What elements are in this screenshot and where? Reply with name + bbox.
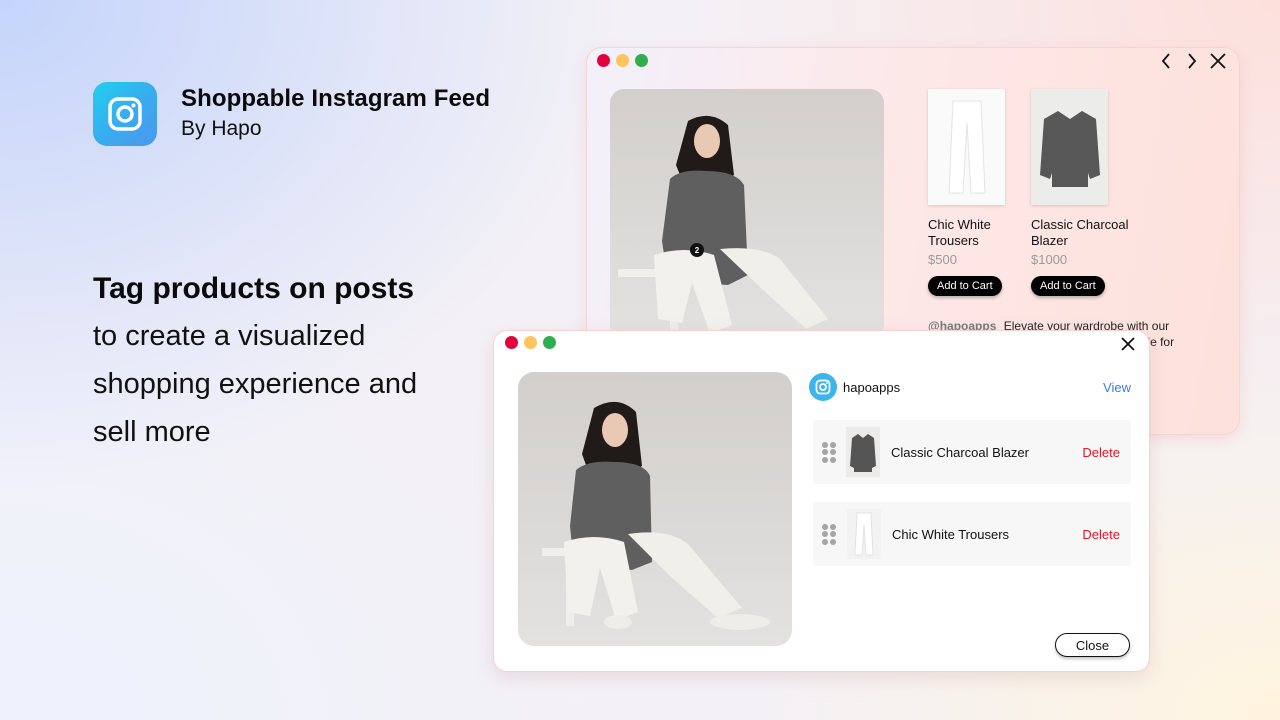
- product-name: Classic Charcoal Blazer: [1031, 217, 1129, 248]
- app-title: Shoppable Instagram Feed: [181, 85, 491, 112]
- product-name: Classic Charcoal Blazer: [891, 444, 1029, 460]
- product-card[interactable]: Classic Charcoal Blazer $1000 Add to Car…: [1031, 89, 1141, 296]
- window-minimize-dot[interactable]: [616, 54, 629, 67]
- add-to-cart-button[interactable]: Add to Cart: [928, 276, 1002, 296]
- product-thumbnail[interactable]: [928, 89, 1005, 205]
- product-name: Chic White Trousers: [928, 217, 991, 248]
- instagram-icon: [93, 82, 157, 146]
- tagline: Tag products on posts to create a visual…: [93, 266, 473, 456]
- chevron-left-icon[interactable]: [1157, 52, 1175, 70]
- tag-products-window: hapoapps View Classic Charcoal Blazer De…: [493, 330, 1150, 672]
- drag-handle-icon[interactable]: [822, 441, 836, 463]
- drag-handle-icon[interactable]: [822, 523, 836, 545]
- product-thumbnail: [847, 509, 881, 559]
- delete-button[interactable]: Delete: [1082, 527, 1120, 542]
- close-icon[interactable]: [1119, 335, 1137, 353]
- account-row: hapoapps View: [809, 372, 1131, 402]
- product-tag-marker[interactable]: 2: [690, 243, 704, 257]
- tagline-line: sell more: [93, 416, 211, 448]
- tagline-line: to create a visualized: [93, 320, 366, 352]
- product-price: $1000: [1031, 252, 1068, 267]
- instagram-icon: [809, 373, 837, 401]
- tagline-line: shopping experience and: [93, 368, 418, 400]
- product-thumbnail: [846, 427, 880, 477]
- close-icon[interactable]: [1209, 52, 1227, 70]
- window-controls: [597, 54, 648, 67]
- product-price: $500: [928, 252, 957, 267]
- window-close-dot[interactable]: [597, 54, 610, 67]
- delete-button[interactable]: Delete: [1082, 445, 1120, 460]
- product-thumbnail[interactable]: [1031, 89, 1108, 205]
- tagged-product-row: Classic Charcoal Blazer Delete: [813, 420, 1131, 484]
- app-author: By Hapo: [181, 117, 262, 140]
- window-maximize-dot[interactable]: [543, 336, 556, 349]
- post-photo: 2: [610, 89, 884, 339]
- post-photo[interactable]: [518, 372, 792, 646]
- product-name: Chic White Trousers: [892, 526, 1010, 542]
- tagged-product-row: Chic White Trousers Delete: [813, 502, 1131, 566]
- window-close-dot[interactable]: [505, 336, 518, 349]
- window-maximize-dot[interactable]: [635, 54, 648, 67]
- view-link[interactable]: View: [1103, 380, 1131, 395]
- app-branding: Shoppable Instagram Feed By Hapo: [93, 82, 490, 146]
- account-name: hapoapps: [843, 379, 901, 395]
- window-minimize-dot[interactable]: [524, 336, 537, 349]
- add-to-cart-button[interactable]: Add to Cart: [1031, 276, 1105, 296]
- product-card[interactable]: Chic White Trousers $500 Add to Cart: [928, 89, 1038, 296]
- window-controls: [505, 336, 556, 349]
- tagline-headline: Tag products on posts: [93, 272, 415, 305]
- chevron-right-icon[interactable]: [1183, 52, 1201, 70]
- close-button[interactable]: Close: [1055, 633, 1130, 657]
